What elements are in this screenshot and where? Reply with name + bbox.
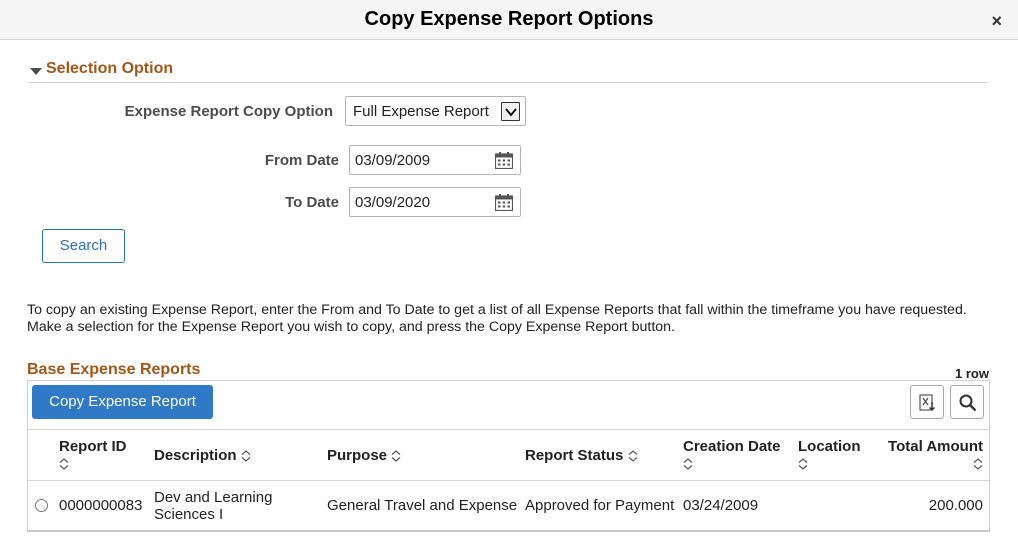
dialog-title: Copy Expense Report Options [364, 8, 654, 30]
search-icon [959, 394, 977, 412]
column-report-status[interactable]: Report Status [525, 447, 638, 464]
table-row: 0000000083 Dev and Learning Sciences I G… [28, 482, 989, 530]
cell-report-id: 0000000083 [59, 497, 143, 514]
cell-description-line-2: Sciences I [154, 506, 224, 523]
sort-icon[interactable] [973, 458, 983, 470]
column-description[interactable]: Description [154, 447, 251, 464]
column-label: Report Status [525, 447, 624, 464]
base-expense-reports-grid: Copy Expense Report Report ID Descriptio… [27, 380, 990, 532]
cell-status: Approved for Payment [525, 497, 675, 514]
selection-option-section[interactable]: Selection Option [28, 60, 988, 83]
grid-title: Base Expense Reports [27, 361, 201, 378]
column-report-id[interactable]: Report ID [59, 438, 127, 472]
copy-expense-report-button[interactable]: Copy Expense Report [32, 385, 213, 419]
column-label: Description [154, 447, 237, 464]
row-select-radio[interactable] [35, 499, 48, 512]
collapse-triangle-icon[interactable] [30, 68, 42, 75]
to-date-label: To Date [285, 194, 339, 211]
dialog-titlebar: Copy Expense Report Options × [0, 0, 1018, 40]
column-purpose[interactable]: Purpose [327, 447, 401, 464]
sort-icon[interactable] [628, 450, 638, 462]
to-date-field[interactable]: 03/09/2020 [349, 187, 521, 217]
to-date-value: 03/09/2020 [355, 194, 431, 211]
calendar-icon[interactable] [495, 194, 513, 211]
search-button[interactable]: Search [42, 229, 125, 263]
column-label: Purpose [327, 447, 388, 464]
grid-search-button[interactable] [950, 385, 984, 419]
chevron-down-icon[interactable] [501, 102, 520, 121]
from-date-label: From Date [264, 152, 339, 169]
column-label: Creation Date [683, 438, 781, 455]
sort-icon[interactable] [798, 458, 808, 470]
sort-icon[interactable] [59, 458, 69, 470]
copy-option-label: Expense Report Copy Option [124, 103, 333, 120]
close-icon[interactable]: × [991, 12, 1002, 30]
grid-header-row: Report ID Description Purpose Report Sta… [28, 429, 989, 481]
cell-description: Dev and Learning Sciences I [154, 489, 272, 523]
cell-description-line-1: Dev and Learning [154, 489, 273, 506]
row-count: 1 row [955, 366, 989, 381]
column-creation-date[interactable]: Creation Date [683, 438, 781, 472]
cell-total-amount: 200.000 [928, 497, 983, 514]
section-title[interactable]: Selection Option [46, 60, 173, 78]
export-excel-icon [919, 394, 936, 412]
cell-creation-date: 03/24/2009 [683, 497, 759, 514]
column-label: Total Amount [888, 438, 983, 455]
instructions-text: To copy an existing Expense Report, ente… [27, 302, 1012, 336]
sort-icon[interactable] [391, 450, 401, 462]
copy-option-select[interactable]: Full Expense Report [345, 96, 526, 126]
column-label: Location [798, 438, 861, 455]
cell-purpose: General Travel and Expense [327, 497, 518, 514]
sort-icon[interactable] [683, 458, 693, 470]
column-label: Report ID [59, 438, 127, 455]
instructions-line-1: To copy an existing Expense Report, ente… [27, 302, 967, 318]
sort-icon[interactable] [241, 450, 251, 462]
from-date-value: 03/09/2009 [355, 152, 431, 169]
column-total-amount[interactable]: Total Amount [888, 438, 983, 472]
calendar-icon[interactable] [495, 152, 513, 169]
instructions-line-2: Make a selection for the Expense Report … [27, 319, 675, 335]
copy-option-value: Full Expense Report [353, 103, 489, 120]
export-excel-button[interactable] [910, 385, 944, 419]
from-date-field[interactable]: 03/09/2009 [349, 145, 521, 175]
column-location[interactable]: Location [798, 438, 861, 472]
